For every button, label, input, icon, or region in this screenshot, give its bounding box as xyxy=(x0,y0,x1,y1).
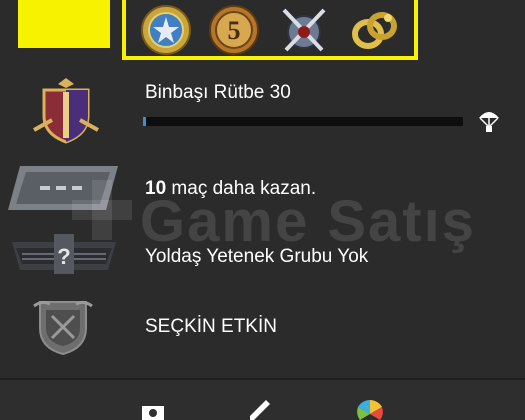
rank-progress-fill xyxy=(143,117,147,126)
color-wheel-icon[interactable] xyxy=(356,400,384,420)
activity-emblem-icon xyxy=(33,300,93,356)
crossed-swords-icon[interactable] xyxy=(278,4,330,56)
footer-toolbar xyxy=(0,380,525,420)
rank-shield-icon xyxy=(33,78,99,144)
edit-pencil-icon[interactable] xyxy=(250,400,276,420)
parachute-icon[interactable] xyxy=(477,106,501,134)
rank-progress-bar xyxy=(143,117,463,126)
badge-showcase: 5 xyxy=(122,0,418,60)
svg-text:5: 5 xyxy=(228,16,241,45)
watermark-logo-icon xyxy=(72,180,132,240)
skill-group-unknown-icon: ? xyxy=(12,234,116,274)
profile-icon[interactable] xyxy=(140,406,166,420)
highlight-square xyxy=(18,0,110,48)
svg-text:?: ? xyxy=(57,244,70,269)
activity-label: SEÇKİN ETKİN xyxy=(145,316,277,337)
skill-group-label: Yoldaş Yetenek Grubu Yok xyxy=(145,246,369,267)
rank-label: Binbaşı Rütbe 30 xyxy=(145,82,291,103)
five-coin-icon[interactable]: 5 xyxy=(208,4,260,56)
star-medal-icon[interactable] xyxy=(140,4,192,56)
watermark-text: Game Satış xyxy=(140,189,476,254)
gold-snake-icon[interactable] xyxy=(348,4,400,56)
